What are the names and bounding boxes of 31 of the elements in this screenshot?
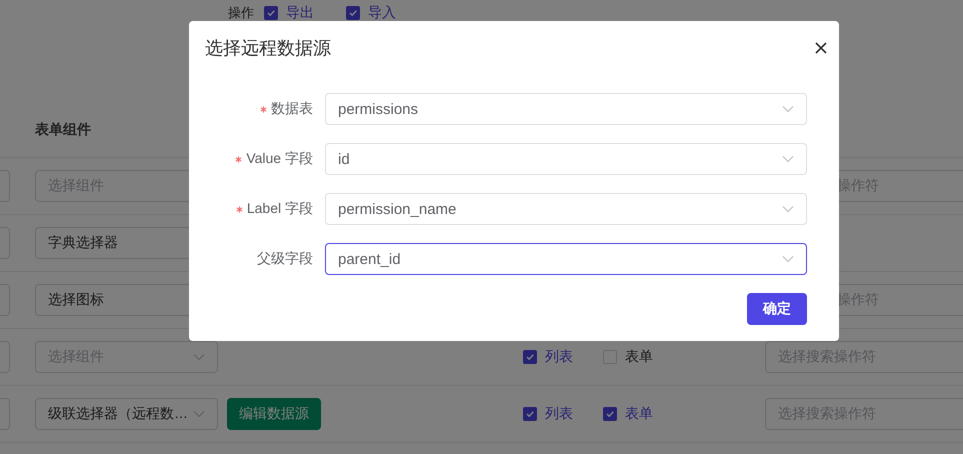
chevron-icon [193, 410, 205, 418]
select-field[interactable]: id [325, 143, 807, 175]
form-label: Label 字段 [246, 200, 313, 218]
edit-datasource-button[interactable]: 编辑数据源 [227, 398, 321, 430]
form-label: Value 字段 [246, 150, 313, 168]
chevron-icon [782, 205, 794, 213]
check-icon [266, 8, 276, 18]
option-checkbox[interactable]: 列表 [523, 348, 579, 366]
chevron-icon [782, 155, 794, 163]
component-select[interactable]: 级联选择器（远程数… [35, 398, 218, 430]
chevron-icon [782, 105, 794, 113]
form-label: 数据表 [271, 100, 313, 118]
option-checkbox[interactable]: 表单 [603, 405, 659, 423]
confirm-button[interactable]: 确定 [747, 293, 807, 325]
option-checkbox[interactable]: 导入 [346, 4, 396, 22]
check-icon [605, 409, 615, 419]
check-icon [525, 352, 535, 362]
option-checkbox[interactable]: 导出 [264, 4, 314, 22]
option-checkbox[interactable]: 表单 [603, 348, 659, 366]
check-icon [525, 409, 535, 419]
chevron-icon [193, 353, 205, 361]
check-icon [348, 8, 358, 18]
option-checkbox[interactable]: 列表 [523, 405, 579, 423]
toolbar-label: 操作 [228, 4, 254, 22]
select-field[interactable]: parent_id [325, 243, 807, 275]
column-header: 表单组件 [35, 121, 91, 139]
close-icon[interactable] [815, 42, 827, 54]
select-field[interactable]: permissions [325, 93, 807, 125]
dialog-title: 选择远程数据源 [205, 37, 331, 60]
chevron-icon [782, 255, 794, 263]
select-field[interactable]: permission_name [325, 193, 807, 225]
